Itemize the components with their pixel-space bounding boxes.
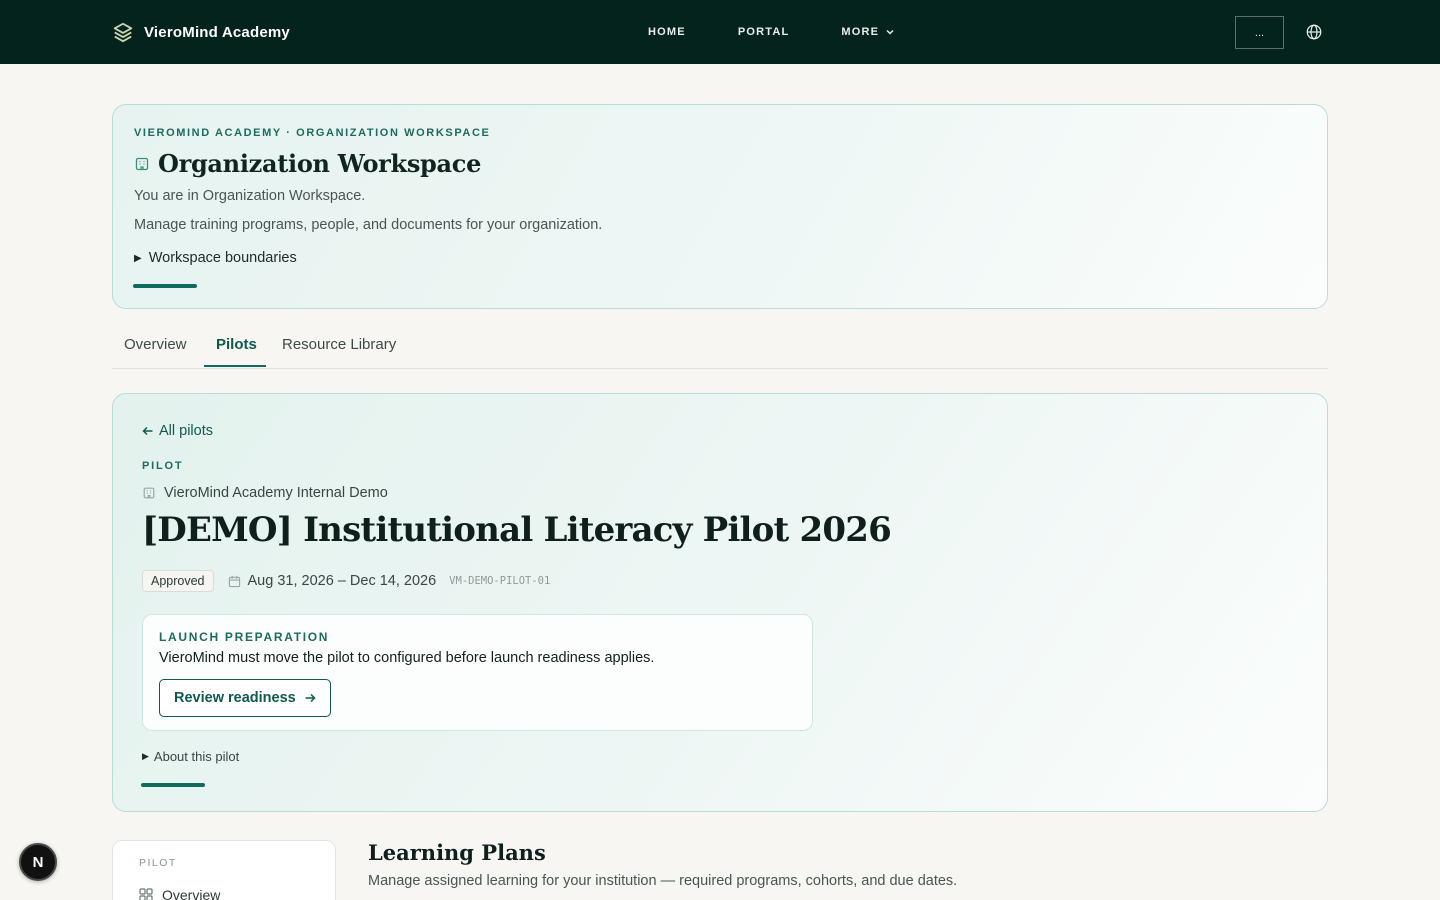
workspace-description: Manage training programs, people, and do… <box>134 217 603 233</box>
workspace-eyebrow: VIEROMIND ACADEMY · ORGANIZATION WORKSPA… <box>134 127 491 139</box>
building-icon <box>135 157 149 170</box>
sidebar-eyebrow: PILOT <box>139 857 177 869</box>
layers-icon <box>112 21 134 43</box>
top-navbar: VieroMind Academy HOME PORTAL MORE ... <box>0 0 1440 64</box>
pilot-title: [DEMO] Institutional Literacy Pilot 2026 <box>142 510 892 550</box>
workspace-tabs: Overview Pilots Resource Library <box>112 327 1328 369</box>
building-icon <box>143 487 155 499</box>
workspace-title-row: Organization Workspace <box>134 149 481 178</box>
section-subtitle: Manage assigned learning for your instit… <box>368 873 958 889</box>
pilot-organization: VieroMind Academy Internal Demo <box>142 485 388 501</box>
tab-pilots[interactable]: Pilots <box>216 336 257 353</box>
workspace-boundaries-label: Workspace boundaries <box>148 250 297 266</box>
review-readiness-label: Review readiness <box>174 690 296 706</box>
arrow-left-icon <box>142 426 153 436</box>
grid-icon <box>139 888 153 900</box>
nav-more-label: MORE <box>841 26 880 38</box>
all-pilots-link[interactable]: All pilots <box>142 423 213 439</box>
about-pilot-label: About this pilot <box>153 749 240 764</box>
main-nav: HOME PORTAL MORE <box>648 0 895 64</box>
chevron-down-icon <box>886 29 894 35</box>
date-range-text: Aug 31, 2026 – Dec 14, 2026 <box>247 573 437 589</box>
pilot-eyebrow: PILOT <box>142 460 184 472</box>
launch-preparation-panel: LAUNCH PREPARATION VieroMind must move t… <box>142 614 813 731</box>
sidebar-item-overview[interactable]: Overview <box>139 887 220 900</box>
workspace-header-card: VIEROMIND ACADEMY · ORGANIZATION WORKSPA… <box>112 104 1328 309</box>
tab-resource-library[interactable]: Resource Library <box>282 336 396 353</box>
launch-message: VieroMind must move the pilot to configu… <box>159 650 655 666</box>
review-readiness-button[interactable]: Review readiness <box>159 679 331 717</box>
status-badge: Approved <box>142 570 214 592</box>
pilot-meta: Approved Aug 31, 2026 – Dec 14, 2026 VM-… <box>142 570 550 592</box>
organization-name: VieroMind Academy Internal Demo <box>164 485 388 501</box>
brand-link[interactable]: VieroMind Academy <box>112 0 290 64</box>
workspace-context-text: You are in Organization Workspace. <box>134 188 366 204</box>
workspace-title: Organization Workspace <box>158 149 482 178</box>
accent-divider <box>141 783 205 787</box>
about-pilot-toggle[interactable]: ▶ About this pilot <box>142 749 239 764</box>
section-title: Learning Plans <box>368 840 546 865</box>
launch-eyebrow: LAUNCH PREPARATION <box>159 630 330 644</box>
dev-tools-badge[interactable]: N <box>19 843 57 881</box>
arrow-right-icon <box>305 693 316 703</box>
pilot-sidebar: PILOT Overview <box>112 840 336 900</box>
calendar-icon <box>228 575 240 587</box>
accent-divider <box>133 284 197 288</box>
all-pilots-label: All pilots <box>159 423 213 439</box>
nav-home[interactable]: HOME <box>648 26 686 38</box>
pilot-code: VM-DEMO-PILOT-01 <box>449 575 551 587</box>
disclosure-triangle-icon: ▶ <box>142 751 149 761</box>
brand-name: VieroMind Academy <box>144 23 290 41</box>
disclosure-triangle-icon: ▶ <box>134 252 142 264</box>
workspace-boundaries-toggle[interactable]: ▶ Workspace boundaries <box>134 250 297 266</box>
account-menu-button[interactable]: ... <box>1235 16 1284 49</box>
pilot-detail-card: All pilots PILOT VieroMind Academy Inter… <box>112 393 1328 812</box>
globe-icon[interactable] <box>1305 23 1323 41</box>
active-tab-indicator <box>204 365 266 367</box>
sidebar-item-label: Overview <box>162 887 221 900</box>
nav-more[interactable]: MORE <box>841 26 895 38</box>
nav-portal[interactable]: PORTAL <box>738 26 790 38</box>
pilot-date-range: Aug 31, 2026 – Dec 14, 2026 <box>228 573 437 589</box>
tab-overview[interactable]: Overview <box>124 336 187 353</box>
